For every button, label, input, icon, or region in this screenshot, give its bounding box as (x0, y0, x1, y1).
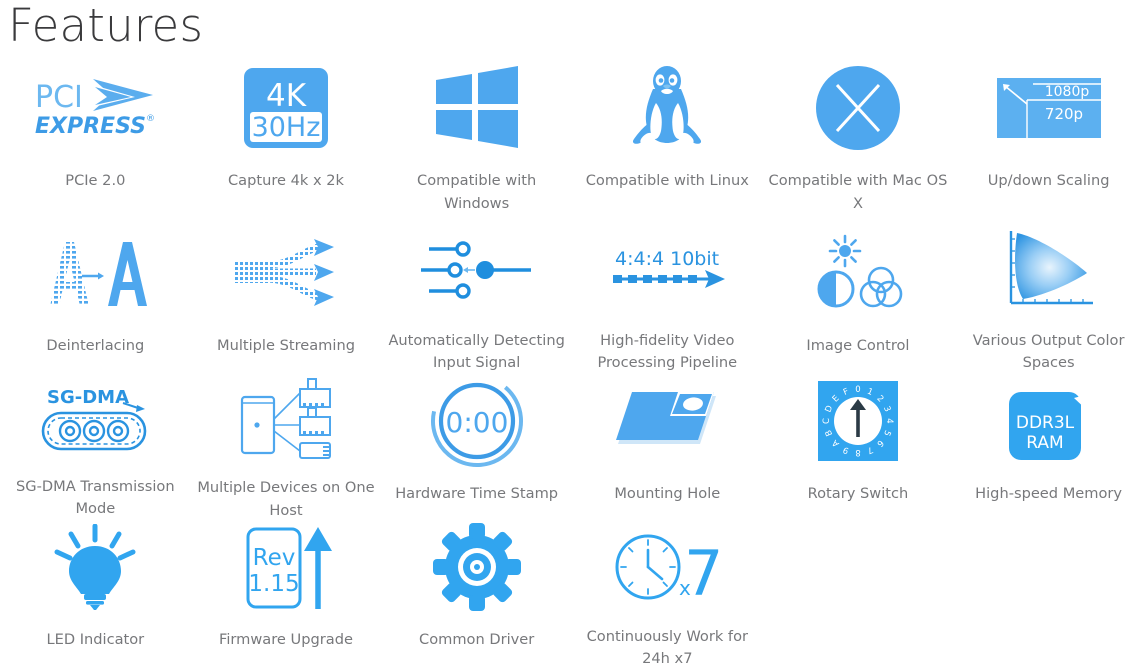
feature-card-mounting-hole[interactable]: Mounting Hole (572, 375, 763, 521)
features-row: LED Indicator Rev 1.15 Firmware Upgrade (0, 521, 1144, 671)
feature-card-common-driver[interactable]: Common Driver (381, 521, 572, 671)
feature-card-capture-4k[interactable]: 4K 30Hz Capture 4k x 2k (191, 62, 382, 227)
feature-label: Multiple Devices on One Host (197, 479, 375, 519)
feature-card-multiple-streaming[interactable]: Multiple Streaming (191, 227, 382, 375)
svg-text:SG-DMA: SG-DMA (47, 387, 129, 408)
feature-label: Compatible with Linux (585, 172, 749, 189)
feature-card-deinterlacing[interactable]: Deinterlacing (0, 227, 191, 375)
stopwatch-timer-icon: 0:00 (381, 375, 572, 467)
feature-label: Various Output Color Spaces (972, 331, 1125, 372)
svg-text:EXPRESS: EXPRESS (35, 114, 146, 139)
mounting-hole-plate-icon (572, 375, 763, 467)
feature-label: Mounting Hole (614, 485, 721, 502)
feature-card-color-spaces[interactable]: Various Output Color Spaces (953, 227, 1144, 375)
chromaticity-gamut-icon (953, 227, 1144, 314)
feature-label: High-speed Memory (975, 485, 1123, 502)
feature-label: Image Control (806, 337, 910, 354)
feature-label: SG-DMA Transmission Mode (16, 477, 175, 518)
sliders-auto-detect-icon (381, 227, 572, 314)
svg-text:7: 7 (684, 537, 722, 605)
features-row: SG-DMA SG-DMA Transmission Mode Multiple… (0, 375, 1144, 521)
pci-express-logo-icon: PCI EXPRESS ® (0, 62, 191, 154)
feature-card-firmware-upgrade[interactable]: Rev 1.15 Firmware Upgrade (191, 521, 382, 671)
features-row: PCI EXPRESS ® PCIe 2.0 4K 30Hz Capture 4… (0, 62, 1144, 227)
svg-text:720p: 720p (1045, 105, 1083, 123)
feature-label: Automatically Detecting Input Signal (388, 331, 565, 372)
svg-text:4:4:4 10bit: 4:4:4 10bit (615, 248, 719, 270)
svg-text:0:00: 0:00 (445, 406, 508, 439)
feature-card-compatible-macosx[interactable]: Compatible with Mac OS X (763, 62, 954, 227)
svg-text:C: C (822, 418, 832, 424)
feature-label: Firmware Upgrade (219, 631, 353, 648)
feature-label: Up/down Scaling (987, 172, 1110, 189)
linux-penguin-icon (572, 62, 763, 154)
feature-card-hardware-time-stamp[interactable]: 0:00 Hardware Time Stamp (381, 375, 572, 521)
svg-text:4K: 4K (266, 78, 307, 114)
sg-dma-gears-icon: SG-DMA (0, 375, 191, 460)
light-bulb-icon (0, 521, 191, 613)
feature-card-compatible-windows[interactable]: Compatible with Windows (381, 62, 572, 227)
4k-30hz-badge-icon: 4K 30Hz (191, 62, 382, 154)
svg-text:DDR3L: DDR3L (1015, 413, 1074, 433)
feature-label: Capture 4k x 2k (227, 172, 345, 189)
feature-label: Compatible with Mac OS X (768, 172, 948, 212)
svg-text:1.15: 1.15 (248, 571, 299, 597)
svg-text:®: ® (146, 114, 155, 124)
feature-label: High-fidelity Video Processing Pipeline (597, 331, 738, 372)
feature-card-empty (953, 521, 1144, 671)
feature-label: Continuously Work for 24h x7 (586, 627, 748, 668)
feature-label: Compatible with Windows (417, 172, 537, 212)
feature-label: Multiple Streaming (216, 337, 355, 354)
feature-label: Hardware Time Stamp (395, 485, 559, 502)
feature-card-led-indicator[interactable]: LED Indicator (0, 521, 191, 671)
features-grid: PCI EXPRESS ® PCIe 2.0 4K 30Hz Capture 4… (0, 62, 1144, 671)
deinterlacing-letter-a-icon (0, 227, 191, 319)
feature-label: Common Driver (419, 631, 535, 648)
svg-text:PCI: PCI (35, 80, 83, 115)
svg-text:30Hz: 30Hz (252, 112, 321, 143)
feature-card-high-speed-memory[interactable]: DDR3L RAM High-speed Memory (953, 375, 1144, 521)
gear-cog-icon (381, 521, 572, 613)
feature-label: Deinterlacing (46, 337, 145, 354)
brightness-color-wheels-icon (763, 227, 954, 319)
resolution-scaling-icon: 1080p 720p (953, 62, 1144, 154)
feature-card-rotary-switch[interactable]: 0 1 2 3 4 5 6 7 8 9 A B C D E F Rotary S… (763, 375, 954, 521)
feature-card-multiple-devices[interactable]: Multiple Devices on One Host (191, 375, 382, 521)
feature-card-high-fidelity-pipeline[interactable]: 4:4:4 10bit High-fidelity Video Processi… (572, 227, 763, 375)
mac-os-x-circle-icon (763, 62, 954, 154)
rotary-switch-dial-icon: 0 1 2 3 4 5 6 7 8 9 A B C D E F (763, 375, 954, 467)
multiple-streaming-arrows-icon (191, 227, 382, 319)
feature-label: Rotary Switch (807, 485, 909, 502)
feature-card-compatible-linux[interactable]: Compatible with Linux (572, 62, 763, 227)
svg-text:1080p: 1080p (1044, 84, 1089, 100)
clock-x7-icon: x 7 (572, 521, 763, 610)
feature-card-empty (763, 521, 954, 671)
svg-text:8: 8 (855, 447, 860, 457)
feature-card-image-control[interactable]: Image Control (763, 227, 954, 375)
svg-text:0: 0 (855, 385, 860, 395)
windows-logo-icon (381, 62, 572, 154)
feature-card-up-down-scaling[interactable]: 1080p 720p Up/down Scaling (953, 62, 1144, 227)
multiple-devices-host-icon (191, 375, 382, 461)
features-row: Deinterlacing Multiple Streaming Automat… (0, 227, 1144, 375)
feature-card-continuous-work[interactable]: x 7 Continuously Work for 24h x7 (572, 521, 763, 671)
feature-card-sg-dma[interactable]: SG-DMA SG-DMA Transmission Mode (0, 375, 191, 521)
feature-label: LED Indicator (46, 631, 145, 648)
444-10bit-pipeline-icon: 4:4:4 10bit (572, 227, 763, 314)
page-title: Features (8, 0, 204, 52)
firmware-rev-arrow-icon: Rev 1.15 (191, 521, 382, 613)
svg-text:4: 4 (884, 418, 894, 423)
svg-text:RAM: RAM (1026, 433, 1063, 453)
ddr3l-ram-chip-icon: DDR3L RAM (953, 375, 1144, 467)
feature-card-auto-detect-input[interactable]: Automatically Detecting Input Signal (381, 227, 572, 375)
feature-label: PCIe 2.0 (65, 172, 126, 189)
svg-text:Rev: Rev (253, 545, 296, 571)
feature-card-pcie-2-0[interactable]: PCI EXPRESS ® PCIe 2.0 (0, 62, 191, 227)
